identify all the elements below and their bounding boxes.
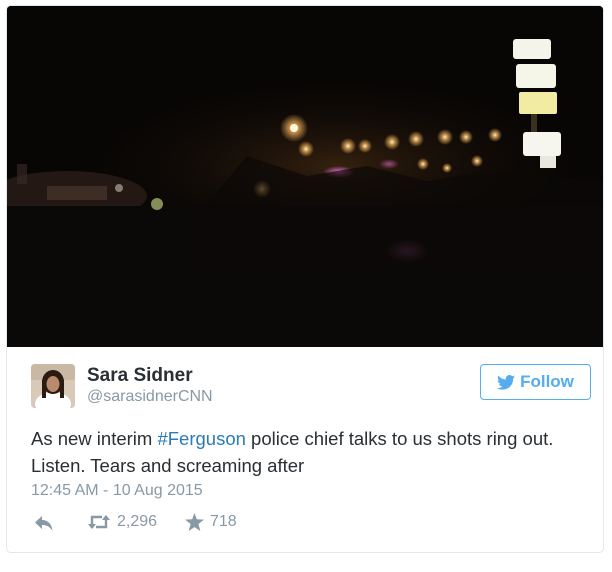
video-still[interactable] bbox=[7, 6, 603, 347]
avatar-image bbox=[31, 364, 75, 408]
hashtag-link[interactable]: #Ferguson bbox=[157, 428, 245, 449]
retweet-count: 2,296 bbox=[117, 513, 158, 530]
author-names: Sara Sidner @sarasidnerCNN bbox=[87, 365, 213, 407]
tweet-author: Sara Sidner @sarasidnerCNN Follow bbox=[31, 364, 591, 408]
retweet-button[interactable]: 2,296 bbox=[87, 513, 157, 531]
favorite-button[interactable]: 718 bbox=[185, 513, 237, 531]
reply-button[interactable] bbox=[35, 516, 54, 532]
night-street-scene bbox=[7, 6, 603, 347]
tweet-actions: 2,296 718 bbox=[31, 513, 431, 537]
retweet-icon bbox=[88, 515, 110, 529]
profile-photo[interactable] bbox=[31, 364, 75, 408]
twitter-bird-icon bbox=[497, 374, 516, 390]
tweet-text-before: As new interim bbox=[31, 428, 158, 449]
embedded-tweet-card: Sara Sidner @sarasidnerCNN Follow As new… bbox=[6, 5, 604, 553]
tweet-text: As new interim #Ferguson police chief ta… bbox=[31, 425, 591, 479]
author-display-name[interactable]: Sara Sidner bbox=[87, 365, 213, 387]
reply-icon bbox=[35, 516, 53, 531]
tweet-timestamp[interactable]: 12:45 AM - 10 Aug 2015 bbox=[31, 482, 203, 500]
follow-label: Follow bbox=[520, 372, 574, 391]
favorite-count: 718 bbox=[210, 513, 237, 530]
follow-button[interactable]: Follow bbox=[480, 364, 591, 400]
star-icon bbox=[185, 513, 204, 531]
author-handle[interactable]: @sarasidnerCNN bbox=[87, 387, 213, 407]
